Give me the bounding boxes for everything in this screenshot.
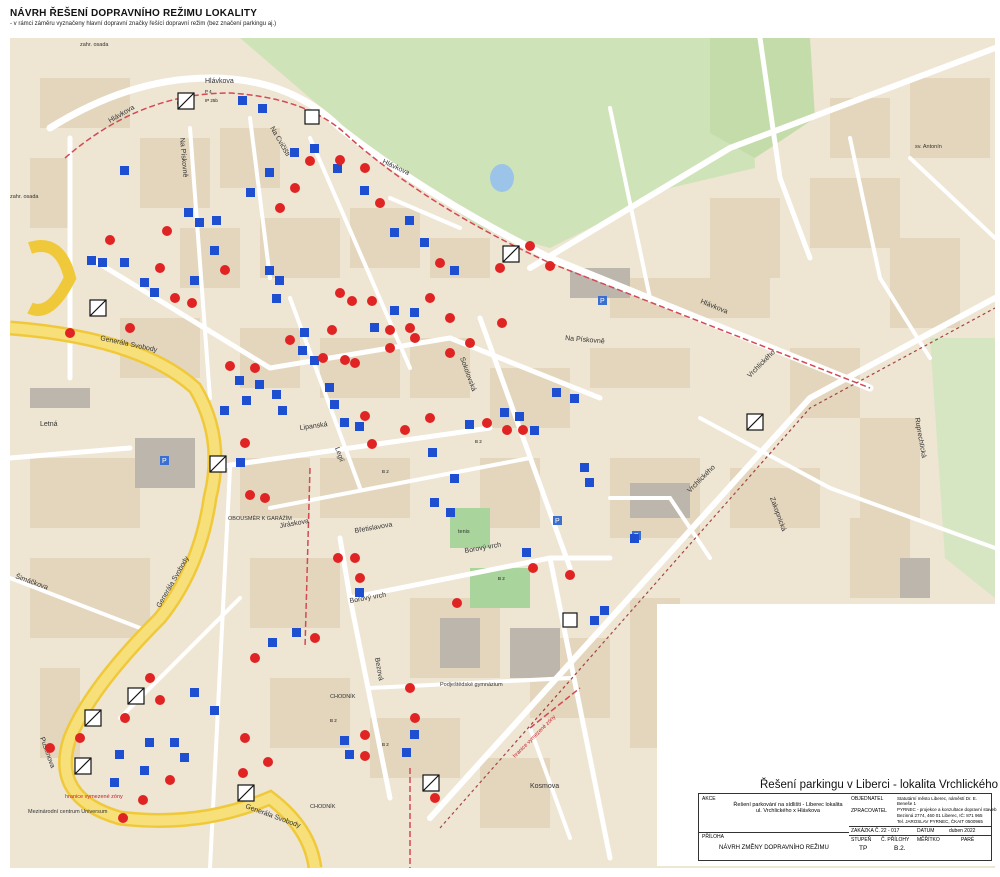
- sign-label: IP 25b: [205, 98, 218, 103]
- akce-value: Řešení parkování na sídlišti - Liberec l…: [733, 802, 843, 814]
- street-label: Letná: [40, 421, 58, 428]
- parking-label: P: [162, 458, 167, 465]
- label-zahr-osada: zahr. osada: [80, 42, 109, 48]
- priloha-label: PŘÍLOHA: [702, 834, 724, 840]
- objednatel-label: OBJEDNATEL: [851, 796, 884, 802]
- label-church: sv. Antonín: [915, 144, 942, 150]
- objednatel-value: Statutární město Liberec, náměstí Dr. E.…: [897, 796, 978, 806]
- label-chodnik: CHODNÍK: [330, 693, 356, 700]
- zpracovatel-person: Tel. JAROSLAV PYRNEC, ČKAIT 0500965: [897, 819, 983, 824]
- tennis-court: [450, 508, 490, 548]
- stupen-label: STUPEŇ: [851, 837, 872, 843]
- parking-label: P: [555, 518, 560, 525]
- priloha-no-value: B.2.: [894, 845, 906, 852]
- label-tenis: tenis: [458, 529, 470, 535]
- sign-label: B 2: [475, 439, 482, 444]
- datum-label: DATUM: [917, 828, 935, 834]
- zpracovatel-value: PYRNEC - projekce a konzultace dopravní …: [897, 807, 997, 812]
- pond: [490, 164, 514, 192]
- drawing-subtitle: - v rámci záměru vyznačeny hlavní doprav…: [10, 21, 277, 27]
- label-chodnik: CHODNÍK: [310, 803, 336, 810]
- label-zone: hranice vymezené zóny: [65, 794, 123, 800]
- label-zahr-osada: zahr. osada: [10, 194, 39, 200]
- street-label: Hlávkova: [205, 78, 234, 85]
- drawing-header: NÁVRH ŘEŠENÍ DOPRAVNÍHO REŽIMU LOKALITY …: [10, 8, 650, 27]
- title-block-main-title: Řešení parkingu v Liberci - lokalita Vrc…: [760, 779, 998, 791]
- drawing-title: NÁVRH ŘEŠENÍ DOPRAVNÍHO REŽIMU LOKALITY: [10, 8, 258, 19]
- label-obousmer: OBOUSMĚR K GARÁŽÍM: [228, 514, 292, 522]
- label-university: Mezinárodní centrum Universum: [28, 809, 108, 815]
- label-gymnasium: Podještědské gymnázium: [440, 682, 503, 688]
- stupen-value: TP: [859, 845, 868, 852]
- meritko-label: MĚŘÍTKO: [917, 837, 940, 843]
- parking-label: P: [600, 298, 605, 305]
- sign-label: B 2: [382, 469, 389, 474]
- priloha-no-label: Č. PŘÍLOHY: [881, 837, 910, 843]
- sign-label: B 2: [330, 718, 337, 723]
- sign-label: B 2: [382, 742, 389, 747]
- akce-label: AKCE: [702, 796, 716, 802]
- title-block-table: AKCE Řešení parkování na sídlišti - Libe…: [698, 793, 997, 861]
- priloha-value: NÁVRH ZMĚNY DOPRAVNÍHO REŽIMU: [719, 845, 829, 851]
- zpracovatel-address: Bezinná 2774, 460 01 Liberec, IČ: 871 96…: [897, 813, 983, 818]
- datum-value: duben 2022: [949, 828, 976, 834]
- pare-label: PARÉ: [961, 837, 975, 843]
- sign-label: P 4: [205, 89, 212, 94]
- zpracovatel-label: ZPRACOVATEL: [851, 808, 887, 814]
- sign-label: B 2: [498, 576, 505, 581]
- zakazka-label: ZAKÁZKA Č.: [851, 828, 880, 834]
- street-label: Kosmova: [530, 783, 559, 790]
- zakazka-value: 22 - 017: [881, 828, 900, 834]
